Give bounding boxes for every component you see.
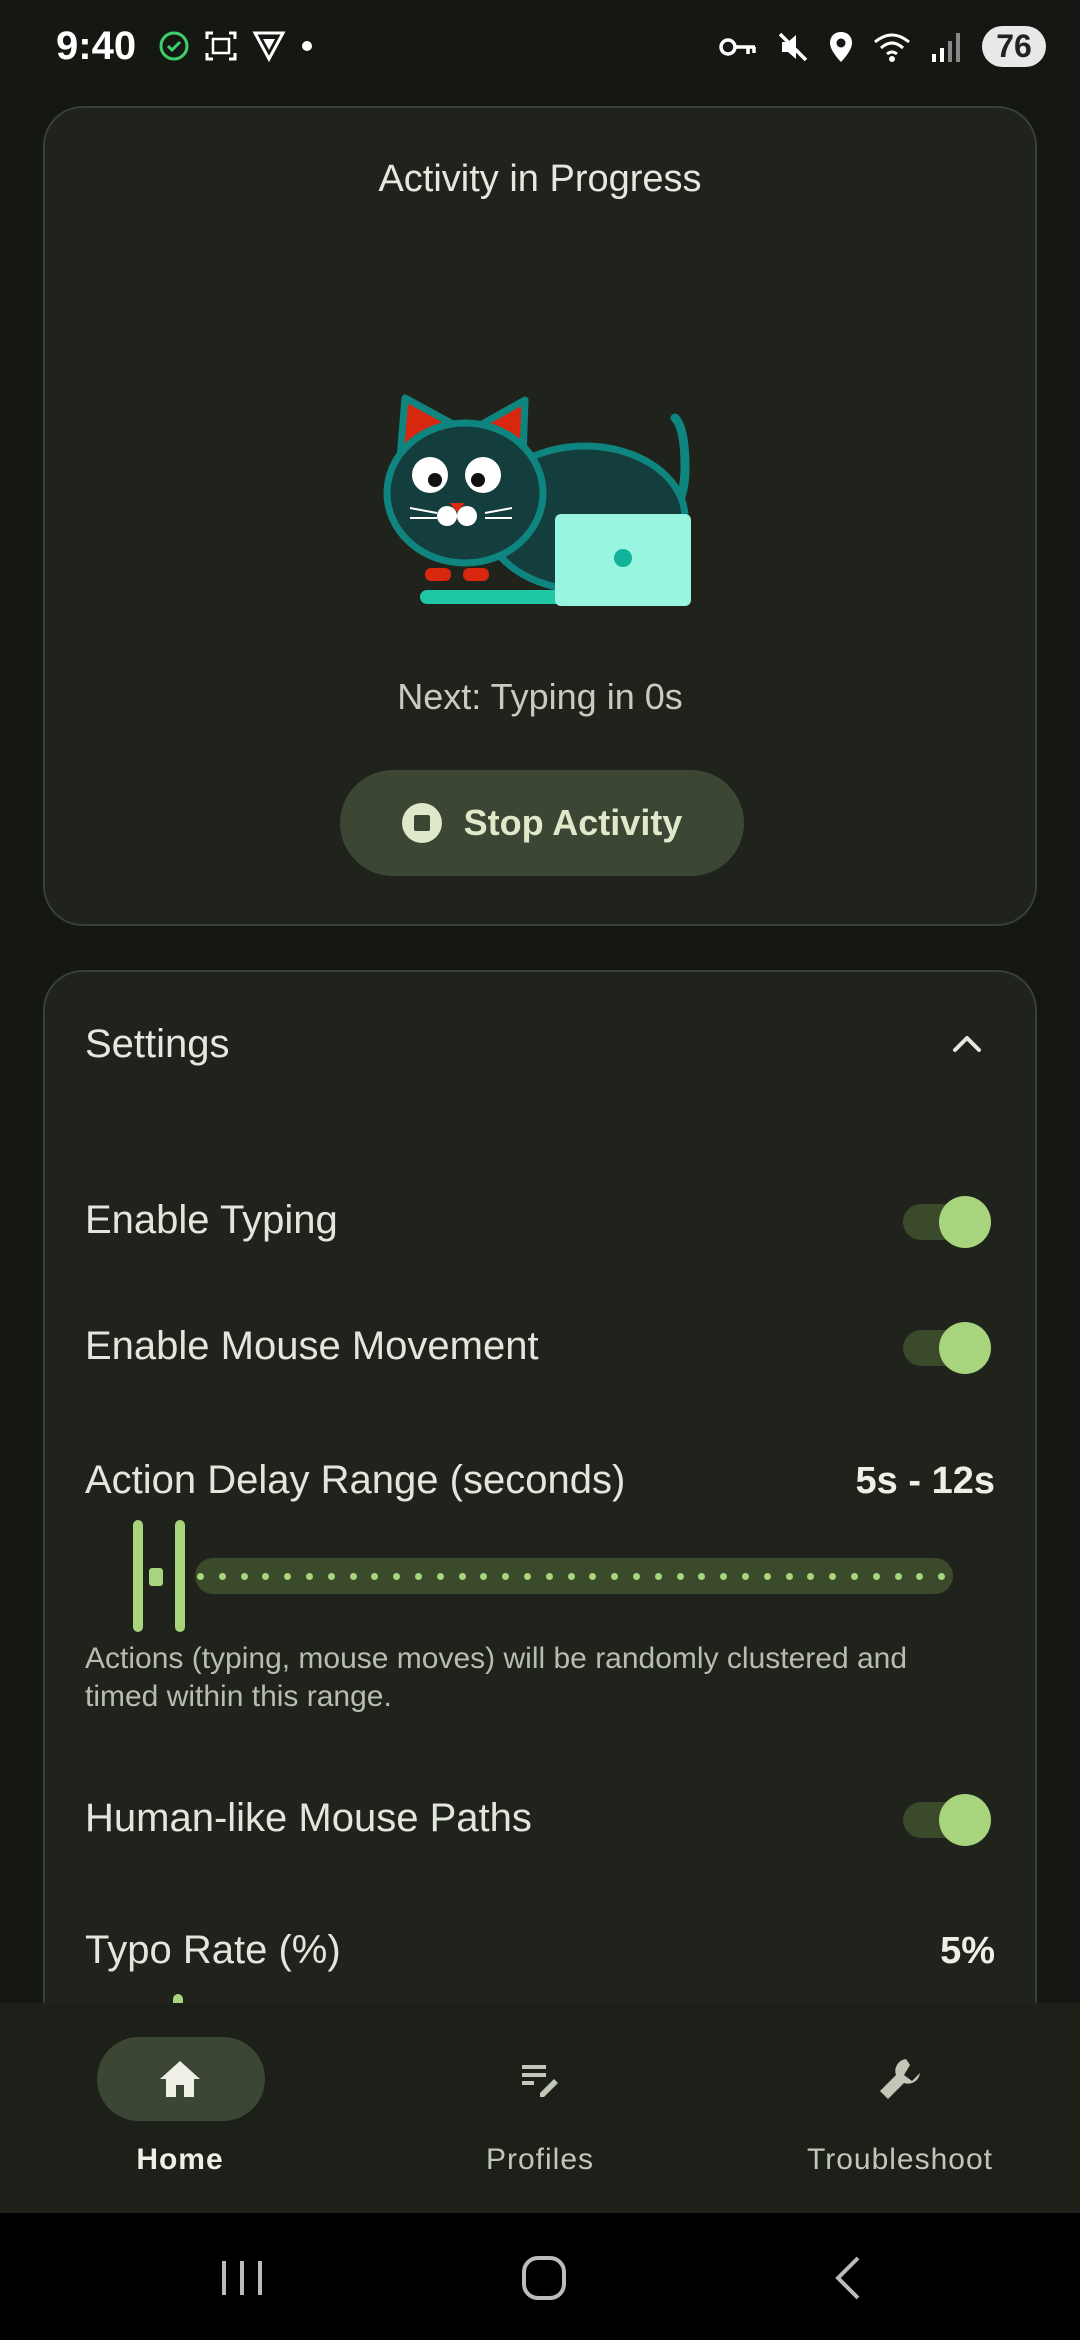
stop-icon (401, 803, 442, 843)
nav-label-troubleshoot: Troubleshoot (807, 2143, 993, 2176)
next-action-text: Next: Typing in 0s (397, 676, 683, 717)
home-button-icon[interactable] (514, 2253, 574, 2303)
wrench-icon (880, 2059, 920, 2099)
range-start-handle[interactable] (133, 1520, 143, 1632)
slider-tick (851, 1573, 858, 1580)
check-circle-icon (159, 31, 189, 61)
stop-activity-label: Stop Activity (463, 802, 683, 843)
enable-mouse-label: Enable Mouse Movement (85, 1324, 539, 1368)
slider-tick (415, 1573, 422, 1580)
slider-tick (894, 1573, 902, 1580)
status-time: 9:40 (56, 24, 137, 68)
slider-tick (436, 1573, 444, 1580)
slider-tick (240, 1573, 248, 1580)
delay-range-helper: Actions (typing, mouse moves) will be ra… (85, 1642, 908, 1713)
delay-range-value: 5s - 12s (855, 1460, 995, 1502)
slider-tick (524, 1573, 531, 1580)
nav-item-profiles[interactable]: Profiles (360, 2003, 720, 2213)
slider-tick (633, 1573, 640, 1580)
typo-rate-value: 5% (940, 1930, 995, 1972)
enable-typing-toggle[interactable] (903, 1196, 991, 1248)
range-end-handle[interactable] (175, 1520, 185, 1632)
slider-tick (742, 1573, 749, 1580)
slider-tick (218, 1573, 226, 1580)
slider-tick (567, 1573, 575, 1580)
slider-tick (349, 1573, 357, 1580)
battery-icon: 76 (982, 26, 1046, 67)
recent-apps-icon[interactable] (212, 2253, 272, 2303)
dot-icon (302, 41, 312, 51)
key-icon (719, 37, 756, 56)
slider-tick (306, 1573, 313, 1580)
bottom-navigation: Home Profiles Troubleshoot (0, 2003, 1080, 2213)
settings-card: Settings Enable Typing Enable Mouse Move… (43, 970, 1037, 2034)
human-paths-toggle[interactable] (903, 1794, 991, 1846)
status-bar: 9:40 76 (0, 0, 1080, 100)
status-left-icons (158, 30, 314, 62)
wifi-icon (874, 33, 910, 62)
edit-list-icon (522, 2065, 558, 2097)
screenshot-icon (205, 31, 237, 61)
slider-tick (654, 1573, 662, 1580)
home-icon (160, 2061, 200, 2097)
nav-label-profiles: Profiles (485, 2143, 595, 2176)
slider-tick (197, 1573, 204, 1580)
nav-item-home[interactable]: Home (0, 2003, 360, 2213)
nav-item-troubleshoot[interactable]: Troubleshoot (720, 2003, 1080, 2213)
activity-card: Activity in Progress Next: Typing in 0s … (43, 106, 1037, 926)
location-icon (830, 31, 852, 62)
status-right-icons: 76 (718, 26, 1046, 67)
human-paths-label: Human-like Mouse Paths (85, 1796, 532, 1840)
nav-label-home: Home (136, 2143, 224, 2176)
slider-tick (676, 1573, 684, 1580)
vpn-shield-icon (252, 31, 286, 62)
signal-icon (932, 32, 960, 62)
delay-range-label: Action Delay Range (seconds) (85, 1458, 626, 1502)
slider-tick (872, 1573, 880, 1580)
slider-tick (545, 1573, 553, 1580)
chevron-up-icon[interactable] (947, 1024, 987, 1064)
delay-range-slider[interactable] (85, 1512, 985, 1632)
activity-title: Activity in Progress (378, 158, 702, 200)
enable-mouse-toggle[interactable] (903, 1322, 991, 1374)
enable-typing-label: Enable Typing (85, 1198, 338, 1242)
system-navigation-bar (0, 2213, 1080, 2340)
slider-tick (327, 1573, 335, 1580)
typo-rate-label: Typo Rate (%) (85, 1928, 341, 1972)
slider-tick (785, 1573, 793, 1580)
back-icon[interactable] (818, 2253, 878, 2303)
settings-title: Settings (85, 1022, 230, 1066)
mute-icon (778, 32, 808, 61)
range-active-segment (149, 1568, 163, 1586)
cat-laptop-illustration (383, 394, 691, 606)
slider-tick (458, 1573, 466, 1580)
slider-tick (763, 1573, 771, 1580)
stop-activity-button[interactable]: Stop Activity (340, 770, 744, 876)
